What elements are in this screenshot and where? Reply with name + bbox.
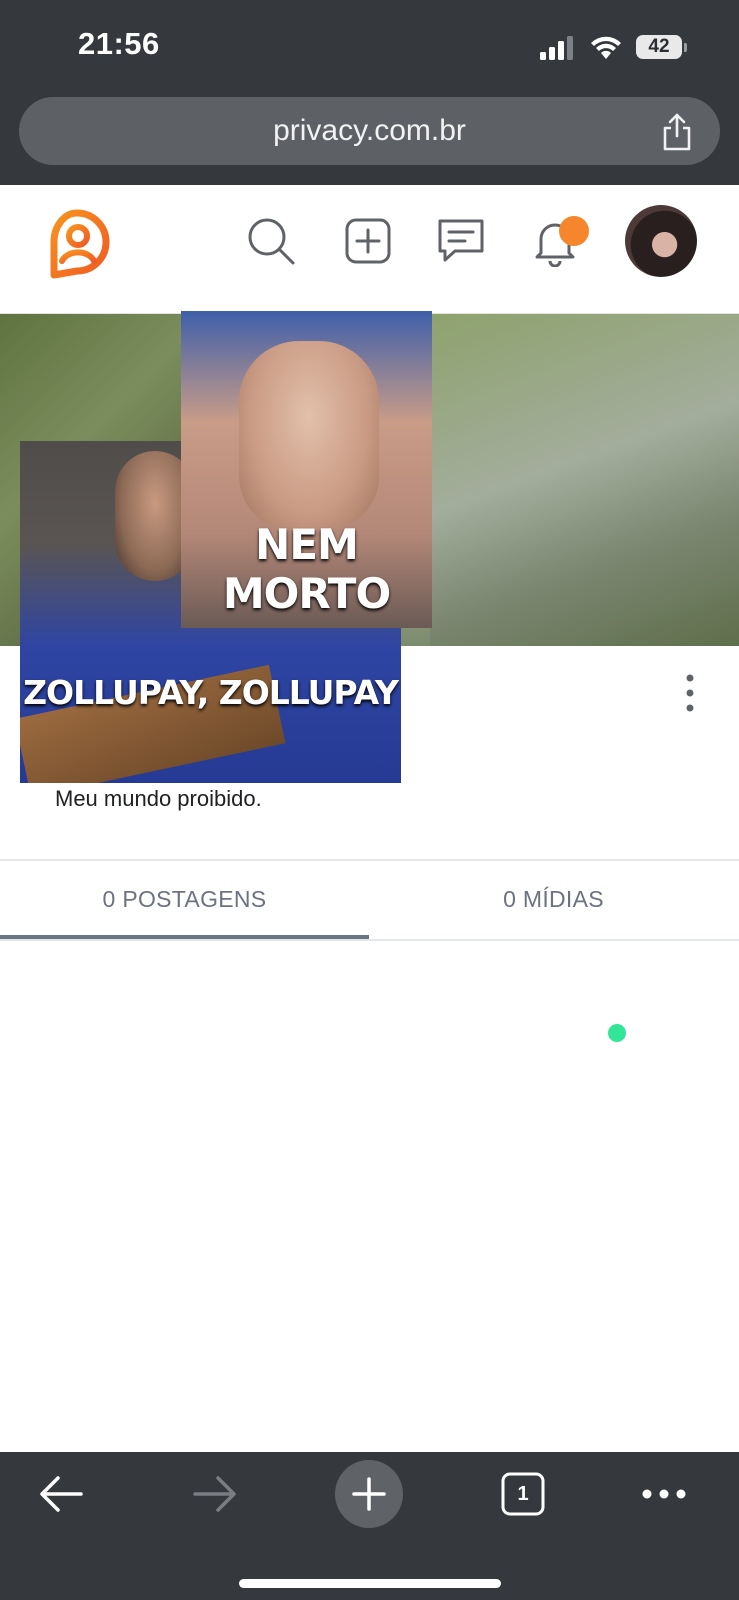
plus-icon (352, 1477, 386, 1511)
cellular-signal-icon (540, 36, 573, 60)
site-header (0, 185, 739, 314)
home-indicator (239, 1579, 501, 1588)
active-tab-indicator (0, 935, 369, 939)
meme-caption-top: NEM MORTO (222, 520, 391, 618)
browser-address-area: privacy.com.br (0, 92, 739, 185)
browser-toolbar: 1 (0, 1452, 739, 1600)
battery-level: 42 (636, 35, 682, 59)
messages-icon[interactable] (435, 215, 487, 267)
meme-image-top: NEM MORTO (181, 311, 432, 628)
tab-postagens[interactable]: 0 POSTAGENS (0, 861, 369, 937)
forward-arrow-icon[interactable] (192, 1474, 238, 1514)
logo-icon[interactable] (44, 209, 110, 279)
tab-midias[interactable]: 0 MÍDIAS (369, 861, 738, 937)
tabs-button[interactable]: 1 (501, 1472, 545, 1516)
back-arrow-icon[interactable] (38, 1474, 84, 1514)
address-bar[interactable]: privacy.com.br (19, 97, 720, 165)
profile-tabs: 0 POSTAGENS 0 MÍDIAS (0, 861, 739, 941)
meme-caption-bottom: ZOLLUPAY, ZOLLUPAY (23, 673, 399, 712)
new-tab-button[interactable] (335, 1460, 403, 1528)
status-time: 21:56 (78, 26, 160, 61)
share-icon[interactable] (660, 112, 694, 152)
url-text: privacy.com.br (273, 114, 466, 147)
status-bar: 21:56 42 (0, 0, 739, 92)
more-options-icon[interactable] (680, 672, 700, 714)
wifi-icon (591, 36, 621, 59)
search-icon[interactable] (245, 215, 297, 267)
profile-bio: Meu mundo proibido. (55, 786, 262, 811)
more-menu-icon[interactable] (641, 1484, 687, 1504)
status-indicator-dot (608, 1024, 626, 1042)
notification-badge (559, 216, 589, 246)
avatar[interactable] (625, 205, 697, 277)
add-post-icon[interactable] (342, 215, 394, 267)
tab-count: 1 (517, 1483, 529, 1505)
battery-icon: 42 (636, 35, 688, 61)
